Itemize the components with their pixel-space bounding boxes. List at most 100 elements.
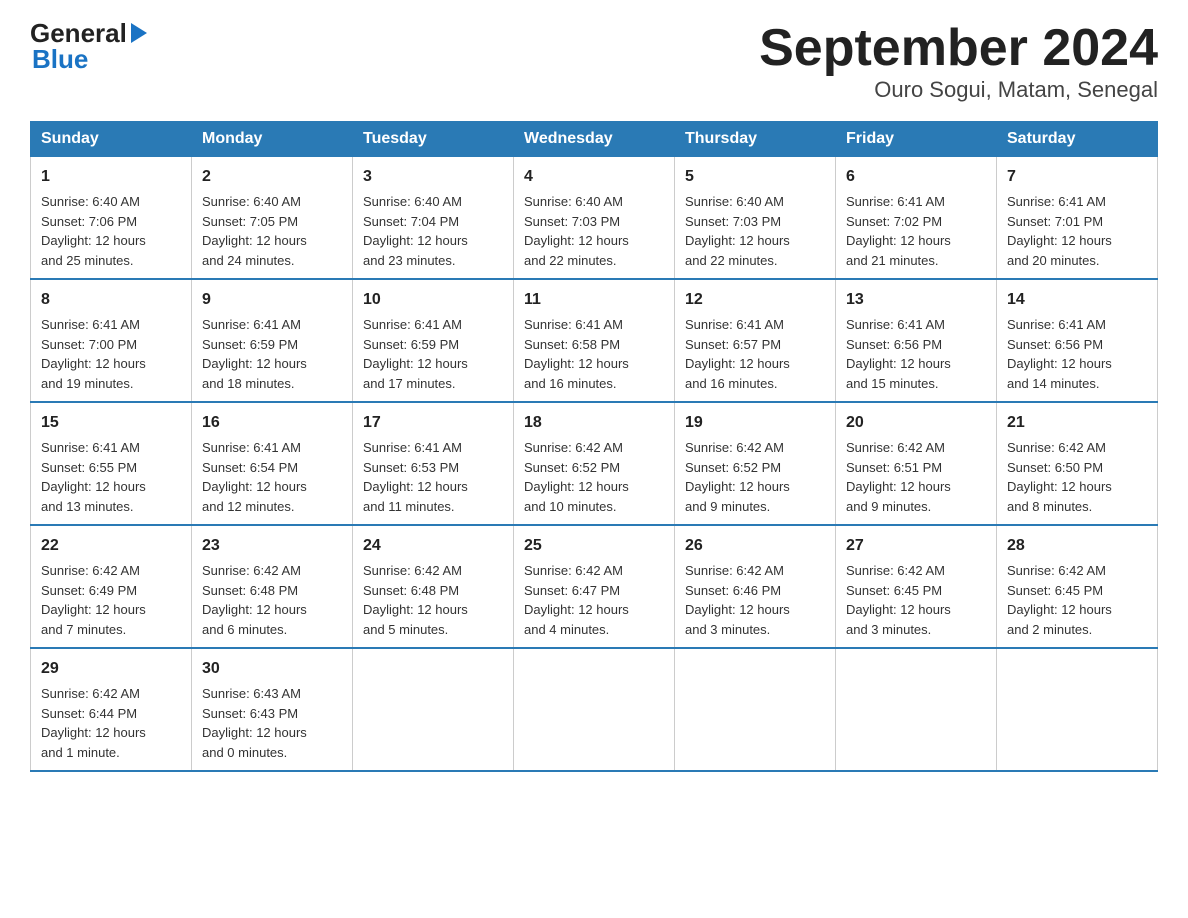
calendar-cell: 17 Sunrise: 6:41 AMSunset: 6:53 PMDayligh… (353, 402, 514, 525)
calendar-cell: 23 Sunrise: 6:42 AMSunset: 6:48 PMDayligh… (192, 525, 353, 648)
calendar-week-1: 1Sunrise: 6:40 AMSunset: 7:06 PMDaylight… (31, 157, 1158, 280)
day-info: Sunrise: 6:43 AMSunset: 6:43 PMDaylight:… (202, 684, 342, 762)
page-title: September 2024 (759, 20, 1158, 77)
day-number: 22 (41, 534, 181, 558)
calendar-week-3: 15 Sunrise: 6:41 AMSunset: 6:55 PMDayligh… (31, 402, 1158, 525)
calendar-cell (353, 648, 514, 771)
day-info: Sunrise: 6:41 AMSunset: 6:55 PMDaylight:… (41, 438, 181, 516)
calendar-cell: 5 Sunrise: 6:40 AMSunset: 7:03 PMDaylight… (675, 157, 836, 280)
day-number: 11 (524, 288, 664, 312)
header-wednesday: Wednesday (514, 122, 675, 157)
day-info: Sunrise: 6:42 AMSunset: 6:46 PMDaylight:… (685, 561, 825, 639)
day-number: 20 (846, 411, 986, 435)
calendar-cell: 1Sunrise: 6:40 AMSunset: 7:06 PMDaylight… (31, 157, 192, 280)
calendar-cell: 19 Sunrise: 6:42 AMSunset: 6:52 PMDayligh… (675, 402, 836, 525)
header-thursday: Thursday (675, 122, 836, 157)
day-info: Sunrise: 6:41 AMSunset: 7:02 PMDaylight:… (846, 192, 986, 270)
day-number: 5 (685, 165, 825, 189)
calendar-cell: 9Sunrise: 6:41 AMSunset: 6:59 PMDaylight… (192, 279, 353, 402)
day-info: Sunrise: 6:42 AMSunset: 6:52 PMDaylight:… (524, 438, 664, 516)
calendar-cell: 29 Sunrise: 6:42 AMSunset: 6:44 PMDayligh… (31, 648, 192, 771)
day-number: 10 (363, 288, 503, 312)
day-number: 16 (202, 411, 342, 435)
calendar-cell: 6Sunrise: 6:41 AMSunset: 7:02 PMDaylight… (836, 157, 997, 280)
day-number: 25 (524, 534, 664, 558)
day-info: Sunrise: 6:42 AMSunset: 6:45 PMDaylight:… (1007, 561, 1147, 639)
day-info: Sunrise: 6:42 AMSunset: 6:44 PMDaylight:… (41, 684, 181, 762)
page-subtitle: Ouro Sogui, Matam, Senegal (759, 77, 1158, 103)
calendar-cell (514, 648, 675, 771)
calendar-week-4: 22 Sunrise: 6:42 AMSunset: 6:49 PMDayligh… (31, 525, 1158, 648)
logo: General Blue (30, 20, 147, 75)
calendar-cell: 14 Sunrise: 6:41 AMSunset: 6:56 PMDayligh… (997, 279, 1158, 402)
day-number: 24 (363, 534, 503, 558)
day-number: 15 (41, 411, 181, 435)
day-info: Sunrise: 6:41 AMSunset: 7:01 PMDaylight:… (1007, 192, 1147, 270)
day-info: Sunrise: 6:41 AMSunset: 6:59 PMDaylight:… (363, 315, 503, 393)
day-info: Sunrise: 6:42 AMSunset: 6:51 PMDaylight:… (846, 438, 986, 516)
calendar-week-5: 29 Sunrise: 6:42 AMSunset: 6:44 PMDayligh… (31, 648, 1158, 771)
logo-arrow-icon (131, 23, 147, 43)
day-number: 30 (202, 657, 342, 681)
day-number: 12 (685, 288, 825, 312)
day-info: Sunrise: 6:42 AMSunset: 6:49 PMDaylight:… (41, 561, 181, 639)
calendar-cell: 24 Sunrise: 6:42 AMSunset: 6:48 PMDayligh… (353, 525, 514, 648)
day-info: Sunrise: 6:42 AMSunset: 6:48 PMDaylight:… (202, 561, 342, 639)
header-tuesday: Tuesday (353, 122, 514, 157)
day-info: Sunrise: 6:41 AMSunset: 6:56 PMDaylight:… (1007, 315, 1147, 393)
day-info: Sunrise: 6:41 AMSunset: 6:53 PMDaylight:… (363, 438, 503, 516)
day-number: 8 (41, 288, 181, 312)
header-monday: Monday (192, 122, 353, 157)
day-info: Sunrise: 6:41 AMSunset: 7:00 PMDaylight:… (41, 315, 181, 393)
day-number: 2 (202, 165, 342, 189)
day-info: Sunrise: 6:40 AMSunset: 7:05 PMDaylight:… (202, 192, 342, 270)
day-number: 3 (363, 165, 503, 189)
day-info: Sunrise: 6:41 AMSunset: 6:56 PMDaylight:… (846, 315, 986, 393)
calendar-cell: 13 Sunrise: 6:41 AMSunset: 6:56 PMDayligh… (836, 279, 997, 402)
calendar-cell: 20 Sunrise: 6:42 AMSunset: 6:51 PMDayligh… (836, 402, 997, 525)
day-number: 26 (685, 534, 825, 558)
calendar-cell (675, 648, 836, 771)
calendar-cell: 16 Sunrise: 6:41 AMSunset: 6:54 PMDayligh… (192, 402, 353, 525)
day-number: 7 (1007, 165, 1147, 189)
logo-general-text: General (30, 20, 127, 46)
day-number: 13 (846, 288, 986, 312)
calendar-cell: 7 Sunrise: 6:41 AMSunset: 7:01 PMDaylight… (997, 157, 1158, 280)
calendar-cell: 27 Sunrise: 6:42 AMSunset: 6:45 PMDayligh… (836, 525, 997, 648)
calendar-week-2: 8 Sunrise: 6:41 AMSunset: 7:00 PMDaylight… (31, 279, 1158, 402)
calendar-header-row: SundayMondayTuesdayWednesdayThursdayFrid… (31, 122, 1158, 157)
day-number: 21 (1007, 411, 1147, 435)
day-info: Sunrise: 6:42 AMSunset: 6:47 PMDaylight:… (524, 561, 664, 639)
day-info: Sunrise: 6:40 AMSunset: 7:03 PMDaylight:… (685, 192, 825, 270)
calendar-table: SundayMondayTuesdayWednesdayThursdayFrid… (30, 121, 1158, 772)
calendar-cell (997, 648, 1158, 771)
day-number: 23 (202, 534, 342, 558)
title-block: September 2024 Ouro Sogui, Matam, Senega… (759, 20, 1158, 103)
day-number: 19 (685, 411, 825, 435)
header-friday: Friday (836, 122, 997, 157)
calendar-cell: 11Sunrise: 6:41 AMSunset: 6:58 PMDayligh… (514, 279, 675, 402)
day-info: Sunrise: 6:41 AMSunset: 6:54 PMDaylight:… (202, 438, 342, 516)
calendar-cell: 3Sunrise: 6:40 AMSunset: 7:04 PMDaylight… (353, 157, 514, 280)
calendar-cell: 12 Sunrise: 6:41 AMSunset: 6:57 PMDayligh… (675, 279, 836, 402)
day-info: Sunrise: 6:42 AMSunset: 6:52 PMDaylight:… (685, 438, 825, 516)
day-number: 29 (41, 657, 181, 681)
calendar-cell (836, 648, 997, 771)
day-number: 9 (202, 288, 342, 312)
day-number: 27 (846, 534, 986, 558)
calendar-cell: 8 Sunrise: 6:41 AMSunset: 7:00 PMDaylight… (31, 279, 192, 402)
day-info: Sunrise: 6:41 AMSunset: 6:57 PMDaylight:… (685, 315, 825, 393)
calendar-cell: 25 Sunrise: 6:42 AMSunset: 6:47 PMDayligh… (514, 525, 675, 648)
calendar-cell: 28 Sunrise: 6:42 AMSunset: 6:45 PMDayligh… (997, 525, 1158, 648)
day-number: 1 (41, 165, 181, 189)
calendar-cell: 18Sunrise: 6:42 AMSunset: 6:52 PMDayligh… (514, 402, 675, 525)
day-number: 17 (363, 411, 503, 435)
day-info: Sunrise: 6:42 AMSunset: 6:45 PMDaylight:… (846, 561, 986, 639)
calendar-cell: 10 Sunrise: 6:41 AMSunset: 6:59 PMDayligh… (353, 279, 514, 402)
day-number: 14 (1007, 288, 1147, 312)
header-sunday: Sunday (31, 122, 192, 157)
day-number: 4 (524, 165, 664, 189)
day-info: Sunrise: 6:42 AMSunset: 6:48 PMDaylight:… (363, 561, 503, 639)
logo-blue-text: Blue (30, 44, 88, 75)
day-number: 28 (1007, 534, 1147, 558)
